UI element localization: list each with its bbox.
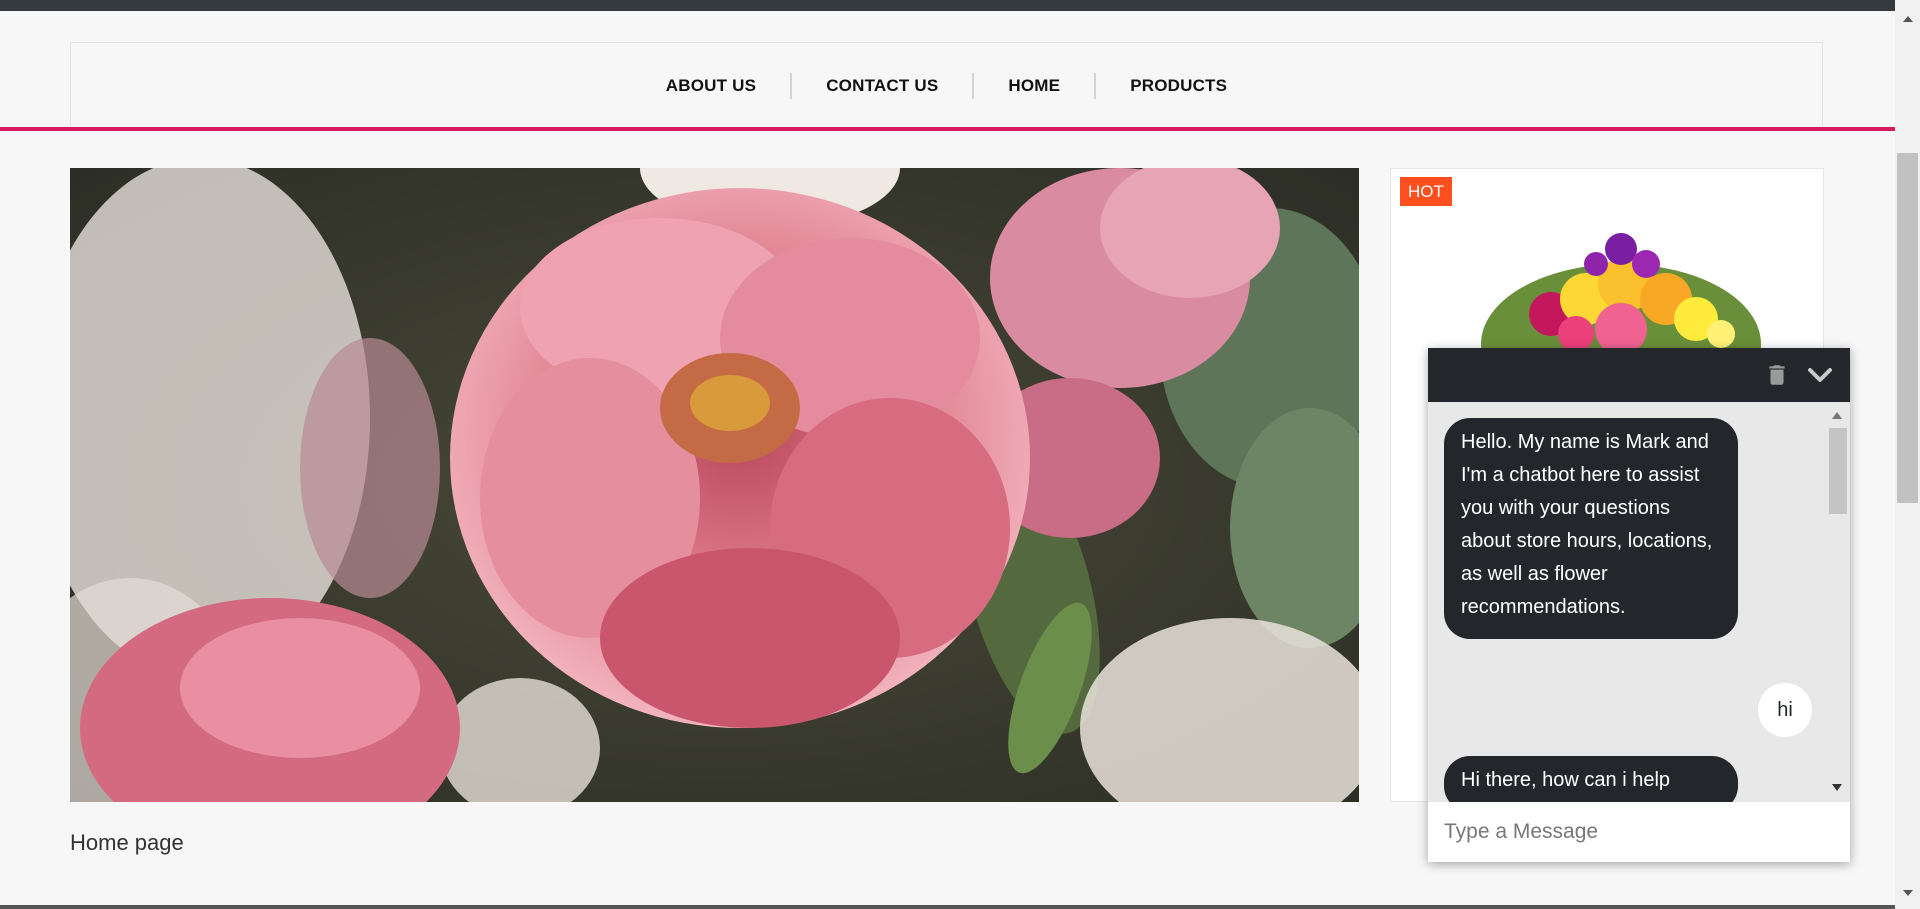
chat-message-input[interactable] (1428, 802, 1850, 862)
hero-flower-image (70, 168, 1359, 802)
bouquet-image (1481, 233, 1761, 364)
chat-input-area (1428, 802, 1850, 862)
page-scrollbar[interactable] (1895, 0, 1920, 909)
header-accent-line (0, 127, 1895, 131)
nav-home-link[interactable]: HOME (974, 76, 1094, 96)
nav-menu: ABOUT US CONTACT US HOME PRODUCTS (71, 73, 1822, 99)
hot-badge: HOT (1400, 177, 1452, 206)
page-scroll-down-arrow[interactable] (1903, 890, 1913, 896)
trash-icon[interactable] (1764, 362, 1790, 388)
chat-scroll-up-arrow[interactable] (1832, 412, 1842, 419)
nav-about-us-link[interactable]: ABOUT US (632, 76, 790, 96)
hero-peony-illustration (70, 168, 1359, 802)
chat-messages[interactable]: Hello. My name is Mark and I'm a chatbot… (1428, 402, 1850, 802)
bot-message: Hello. My name is Mark and I'm a chatbot… (1444, 418, 1738, 639)
chat-scroll-down-arrow[interactable] (1832, 784, 1842, 791)
chevron-down-icon[interactable] (1806, 362, 1834, 388)
chat-scroll-thumb[interactable] (1829, 428, 1847, 514)
bot-message: Hi there, how can i help (1444, 756, 1738, 802)
user-message: hi (1758, 683, 1812, 737)
chat-scrollbar[interactable] (1826, 408, 1848, 802)
nav-contact-us-link[interactable]: CONTACT US (792, 76, 972, 96)
page-scroll-up-arrow[interactable] (1903, 16, 1913, 22)
window-bottom-edge (0, 905, 1895, 909)
browser-top-bar (0, 0, 1920, 11)
chat-header (1428, 348, 1850, 402)
chatbot-widget: Hello. My name is Mark and I'm a chatbot… (1428, 348, 1850, 862)
page-caption: Home page (70, 830, 184, 855)
nav-products-link[interactable]: PRODUCTS (1096, 76, 1261, 96)
main-navigation: ABOUT US CONTACT US HOME PRODUCTS (70, 42, 1823, 126)
page-scroll-thumb[interactable] (1897, 153, 1918, 503)
